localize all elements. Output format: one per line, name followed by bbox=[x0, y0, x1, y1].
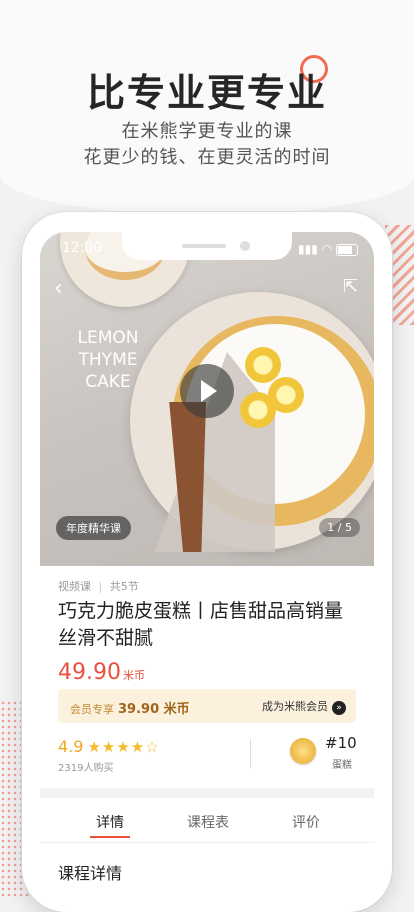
tab-details[interactable]: 详情 bbox=[96, 812, 124, 832]
lemon-slice bbox=[245, 347, 281, 383]
lemon-slice bbox=[240, 392, 276, 428]
rank-category: 蛋糕 bbox=[332, 760, 352, 771]
divider bbox=[250, 739, 251, 769]
back-icon[interactable]: ‹ bbox=[54, 276, 63, 301]
price-unit: 米币 bbox=[122, 669, 145, 682]
status-time: 12:00 bbox=[62, 240, 103, 256]
become-member-link[interactable]: 成为米熊会员 » bbox=[262, 698, 346, 715]
member-label: 会员专享 bbox=[70, 703, 114, 716]
course-meta: 视频课 | 共5节 bbox=[58, 580, 139, 593]
course-title: 巧克力脆皮蛋糕丨店售甜品高销量 丝滑不甜腻 bbox=[58, 600, 344, 649]
course-type: 视频课 bbox=[58, 580, 91, 593]
share-icon[interactable]: ⇱ bbox=[343, 276, 358, 297]
buyer-count: 2319人购买 bbox=[58, 763, 114, 774]
photo-caption: LEMON THYME CAKE bbox=[77, 328, 139, 392]
promo-subtitle-1: 在米熊学更专业的课 bbox=[121, 121, 293, 142]
rating-value: 4.9 bbox=[58, 737, 84, 756]
battery-icon bbox=[336, 243, 358, 256]
promo-subtitle-2: 花更少的钱、在更灵活的时间 bbox=[83, 147, 331, 168]
rank-value: #10 bbox=[325, 734, 357, 752]
image-pager: 1 / 5 bbox=[319, 518, 360, 537]
chevron-right-icon: » bbox=[332, 701, 346, 715]
medal-icon bbox=[290, 738, 316, 764]
promo-headline: 比专业更专业 bbox=[86, 71, 327, 115]
phone-notch bbox=[122, 232, 292, 260]
app-screen: LEMON THYME CAKE 12:00 ▮▮▮ ◠ ‹ ⇱ 年度精华课 1… bbox=[40, 232, 374, 912]
tab-schedule[interactable]: 课程表 bbox=[187, 812, 229, 832]
rating-stars: ★★★★☆ bbox=[87, 738, 160, 756]
signal-icon: ▮▮▮ bbox=[298, 242, 318, 256]
price-value: 49.90 bbox=[58, 660, 121, 685]
play-button[interactable] bbox=[180, 364, 234, 418]
section-gap bbox=[40, 788, 374, 798]
become-member-label: 成为米熊会员 bbox=[262, 700, 328, 713]
lesson-count: 共5节 bbox=[109, 580, 139, 593]
wifi-icon: ◠ bbox=[321, 242, 333, 256]
member-price-value: 39.90 米币 bbox=[118, 702, 190, 717]
detail-section-title: 课程详情 bbox=[58, 864, 123, 883]
active-tab-indicator bbox=[90, 836, 130, 838]
rating: 4.9 ★★★★☆ bbox=[58, 737, 160, 756]
member-price-bar: 会员专享 39.90 米币 成为米熊会员 » bbox=[58, 689, 356, 723]
course-price: 49.90 米币 bbox=[58, 660, 145, 685]
tab-reviews[interactable]: 评价 bbox=[292, 812, 320, 832]
annual-badge: 年度精华课 bbox=[56, 516, 131, 540]
phone-frame: LEMON THYME CAKE 12:00 ▮▮▮ ◠ ‹ ⇱ 年度精华课 1… bbox=[22, 212, 392, 912]
member-price: 会员专享 39.90 米币 bbox=[70, 698, 190, 717]
status-icons: ▮▮▮ ◠ bbox=[298, 242, 358, 256]
